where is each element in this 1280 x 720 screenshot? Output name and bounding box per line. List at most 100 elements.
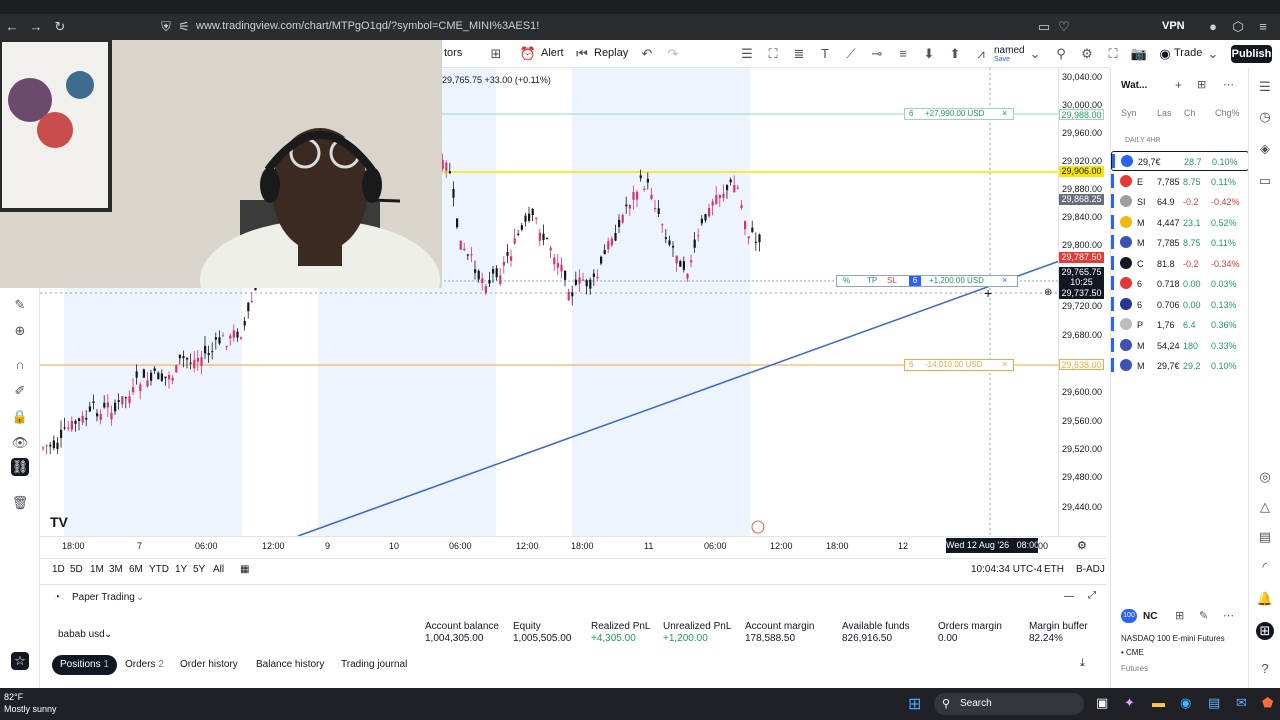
star-icon[interactable]: ☆ [11,652,29,670]
watchlist-row[interactable]: 6 0.706 0.00 0.13% [1111,295,1249,315]
reload-icon[interactable]: ↻ [52,19,68,35]
watchlist-row[interactable]: C 81.8 -0.2 -0.34% [1111,254,1249,274]
alarm-clock-icon[interactable]: ⏰ [519,45,537,63]
shield-icon[interactable]: ⛨ [158,19,174,35]
taskbar-search[interactable]: ⚲ Search [934,693,1084,715]
publish-button[interactable]: Publish [1231,45,1272,63]
tp-close-icon[interactable]: × [1002,108,1007,118]
sl-order-label[interactable]: 6 -14,010.00 USD [904,359,1014,371]
alerts-clock-icon[interactable]: ◷ [1256,108,1274,126]
target-icon[interactable]: ◎ [1256,468,1274,486]
chevron-down-icon[interactable]: ⌄ [136,592,144,603]
more-icon[interactable]: ⋯ [1223,609,1234,622]
watchlist-row[interactable]: 29,7€ 28.7 0.10% [1111,151,1249,171]
quick-search-icon[interactable]: ⚲ [1052,45,1070,63]
object-tree-icon[interactable]: ☰ [738,45,756,63]
fib-tool-icon[interactable]: ≡ [894,45,912,63]
chevron-down-icon[interactable]: ⌄ [1026,45,1044,63]
tab-balance-history[interactable]: Balance history [248,655,332,675]
range-button[interactable]: 5Y [193,564,205,575]
replay-button[interactable]: Replay [594,47,628,59]
mail-icon[interactable]: ✉ [1236,695,1247,711]
redo-icon[interactable]: ↷ [664,45,682,63]
range-button[interactable]: 1D [52,564,65,575]
pencil-icon[interactable]: ✎ [11,296,29,314]
layers-icon[interactable]: ◈ [1256,140,1274,158]
brush-icon[interactable]: ✐ [11,382,29,400]
tab-order-history[interactable]: Order history [172,655,246,675]
position-tp-button[interactable]: TP [867,276,877,286]
watchlist-title[interactable]: Wat... [1121,80,1147,91]
brave-icon[interactable]: ⬟ [1262,695,1273,711]
apps-grid-icon[interactable]: ⊞ [1256,622,1274,640]
link-icon[interactable]: ⛓ [11,458,29,476]
windows-start-icon[interactable]: ⊞ [908,694,921,714]
weather-temp[interactable]: 82°F [4,692,23,702]
templates-icon[interactable]: ⊞ [487,45,505,63]
task-view-icon[interactable]: ▣ [1096,695,1108,711]
time-axis[interactable]: 18:00 7 06:00 12:00 9 10 06:00 12:00 18:… [40,536,1106,554]
broadcast-icon[interactable]: ◜ [1256,558,1274,576]
store-icon[interactable]: ▤ [1208,695,1220,711]
watchlist-row[interactable]: M 54,24 180 0.33% [1111,336,1249,356]
settings-gear-icon[interactable]: ⚙ [1078,45,1096,63]
wallet-icon[interactable]: ● [1205,19,1221,35]
session-toggle[interactable]: ETH [1044,564,1064,575]
watchlist-section[interactable]: DAILY 4HR [1125,137,1161,144]
copilot-icon[interactable]: ✦ [1124,695,1135,711]
watchlist-row[interactable]: M 29,7€ 29.2 0.10% [1111,356,1249,376]
weather-text[interactable]: Mostly sunny [4,704,57,714]
range-button[interactable]: 1Y [175,564,187,575]
calendar-icon[interactable]: ▤ [1256,528,1274,546]
watchlist-row[interactable]: SI 64.9 -0.2 -0.42% [1111,192,1249,212]
lock-icon[interactable]: 🔒 [11,408,29,426]
range-button[interactable]: 1M [90,564,104,575]
forward-arrow-icon[interactable]: → [28,19,44,35]
watchlist-row[interactable]: M 4,447 23.1 0.52% [1111,213,1249,233]
price-axis[interactable]: 30,040.00 30,000.00 29,960.00 29,920.00 29,8… [1058,68,1110,536]
column-header[interactable]: Ch [1184,108,1196,118]
file-explorer-icon[interactable]: ▬ [1152,695,1165,710]
range-button[interactable]: 5D [70,564,83,575]
column-header[interactable]: Chg% [1215,108,1240,118]
watchlist-row[interactable]: P 1,76 6.4 0.36% [1111,315,1249,335]
pattern-tool-icon[interactable]: ⩘ [972,45,990,63]
arrow-down-icon[interactable]: ⬇ [920,45,938,63]
browser-tab-strip[interactable] [0,0,1280,14]
position-pct[interactable]: % [843,276,850,286]
range-button[interactable]: All [213,564,224,575]
trash-icon[interactable]: 🗑 [11,494,29,512]
indicators-button[interactable]: tors [444,47,462,59]
bell-icon[interactable]: 🔔 [1256,590,1274,608]
minimize-icon[interactable]: — [1064,591,1074,602]
edit-icon[interactable]: ✎ [1199,609,1208,622]
horizontal-ray-icon[interactable]: ⊸ [868,45,886,63]
eye-icon[interactable]: 👁 [11,434,29,452]
add-order-icon[interactable]: ⊕ [1044,287,1052,298]
sl-close-icon[interactable]: × [1002,359,1007,369]
details-name[interactable]: NASDAQ 100 E-mini Futures [1121,634,1225,643]
fullscreen-icon[interactable]: ⛶ [1104,45,1122,63]
back-arrow-icon[interactable]: ← [4,19,20,35]
tab-positions[interactable]: Positions 1 [52,655,117,675]
trendline-tool-icon[interactable]: ⟋ [842,45,860,63]
tab-trading-journal[interactable]: Trading journal [333,655,415,675]
details-symbol[interactable]: NC [1143,611,1157,622]
grid-icon[interactable]: ⊞ [1175,609,1184,622]
watchlist-icon[interactable]: ☰ [1256,78,1274,96]
column-header[interactable]: Syn [1121,108,1137,118]
replay-icon[interactable]: ⏮ [573,45,591,63]
tradingview-logo[interactable]: TV [50,514,68,530]
range-button[interactable]: 3M [109,564,123,575]
position-sl-button[interactable]: SL [887,276,897,286]
calendar-icon[interactable]: ▦ [240,564,249,575]
magnet-icon[interactable]: ∩ [11,356,29,374]
edge-icon[interactable]: ◉ [1180,695,1191,711]
axis-settings-gear-icon[interactable]: ⚙ [1077,539,1087,552]
layout-save-label[interactable]: Save [994,56,1010,63]
column-header[interactable]: Las [1157,108,1172,118]
tab-orders[interactable]: Orders 2 [117,655,172,675]
bookmark-icon[interactable]: ♡ [1056,19,1072,35]
camera-icon[interactable]: 📷 [1130,45,1148,63]
range-button[interactable]: 6M [129,564,143,575]
